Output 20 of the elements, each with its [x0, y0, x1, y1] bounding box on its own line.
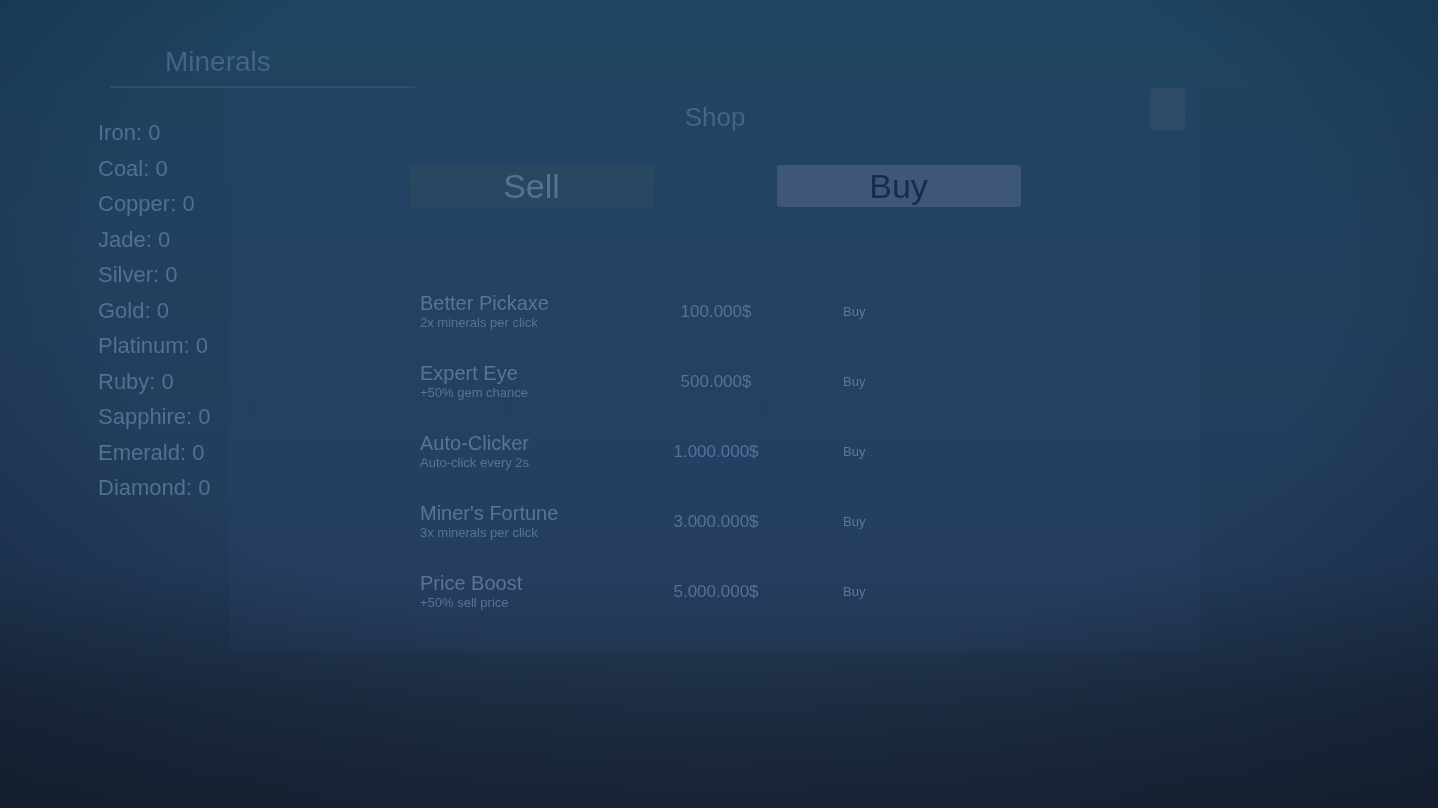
buy-button[interactable]: Buy — [843, 581, 866, 603]
upgrade-name: Auto-Clicker — [420, 431, 529, 455]
upgrade-description: 2x minerals per click — [420, 315, 538, 331]
buy-button[interactable]: Buy — [843, 511, 866, 533]
buy-button[interactable]: Buy — [843, 441, 866, 463]
buy-button[interactable]: Buy — [843, 371, 866, 393]
upgrade-price: 3.000.000$ — [673, 511, 759, 533]
upgrade-price: 5.000.000$ — [673, 581, 759, 603]
upgrade-name: Price Boost — [420, 571, 523, 595]
upgrade-price: 1.000.000$ — [673, 441, 759, 463]
upgrade-name: Better Pickaxe — [420, 291, 549, 315]
upgrade-price: 500.000$ — [680, 371, 752, 393]
buy-button[interactable]: Buy — [843, 301, 866, 323]
upgrade-description: +50% sell price — [420, 595, 509, 611]
upgrade-price: 100.000$ — [680, 301, 752, 323]
upgrade-description: +50% gem chance — [420, 385, 529, 401]
upgrade-description: 3x minerals per click — [420, 525, 538, 541]
upgrade-description: Auto-click every 2s — [420, 455, 530, 471]
upgrade-name: Expert Eye — [420, 361, 518, 385]
upgrade-name: Miner's Fortune — [420, 501, 559, 525]
